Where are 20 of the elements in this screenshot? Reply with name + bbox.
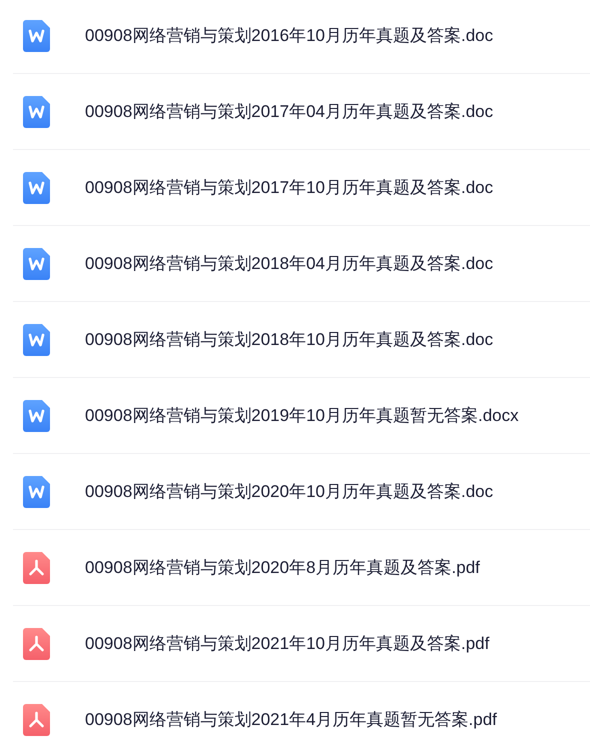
pdf-document-icon [23, 628, 50, 660]
file-name[interactable]: 00908网络营销与策划2018年04月历年真题及答案.doc [85, 250, 494, 276]
word-document-icon [23, 400, 50, 432]
word-document-icon [23, 172, 50, 204]
word-document-icon [23, 476, 50, 508]
pdf-document-icon [23, 552, 50, 584]
file-name[interactable]: 00908网络营销与策划2021年4月历年真题暂无答案.pdf [85, 707, 497, 733]
word-document-icon [23, 248, 50, 280]
file-name[interactable]: 00908网络营销与策划2017年04月历年真题及答案.doc [85, 98, 494, 124]
word-document-icon [23, 324, 50, 356]
word-document-icon [23, 96, 50, 128]
file-name[interactable]: 00908网络营销与策划2019年10月历年真题暂无答案.docx [85, 402, 519, 428]
file-name[interactable]: 00908网络营销与策划2016年10月历年真题及答案.doc [85, 22, 494, 48]
file-name[interactable]: 00908网络营销与策划2021年10月历年真题及答案.pdf [85, 630, 490, 656]
file-name[interactable]: 00908网络营销与策划2018年10月历年真题及答案.doc [85, 326, 494, 352]
pdf-document-icon [23, 704, 50, 736]
file-name[interactable]: 00908网络营销与策划2020年8月历年真题及答案.pdf [85, 554, 480, 580]
file-name[interactable]: 00908网络营销与策划2020年10月历年真题及答案.doc [85, 478, 494, 504]
word-document-icon [23, 20, 50, 52]
file-name[interactable]: 00908网络营销与策划2017年10月历年真题及答案.doc [85, 174, 494, 200]
